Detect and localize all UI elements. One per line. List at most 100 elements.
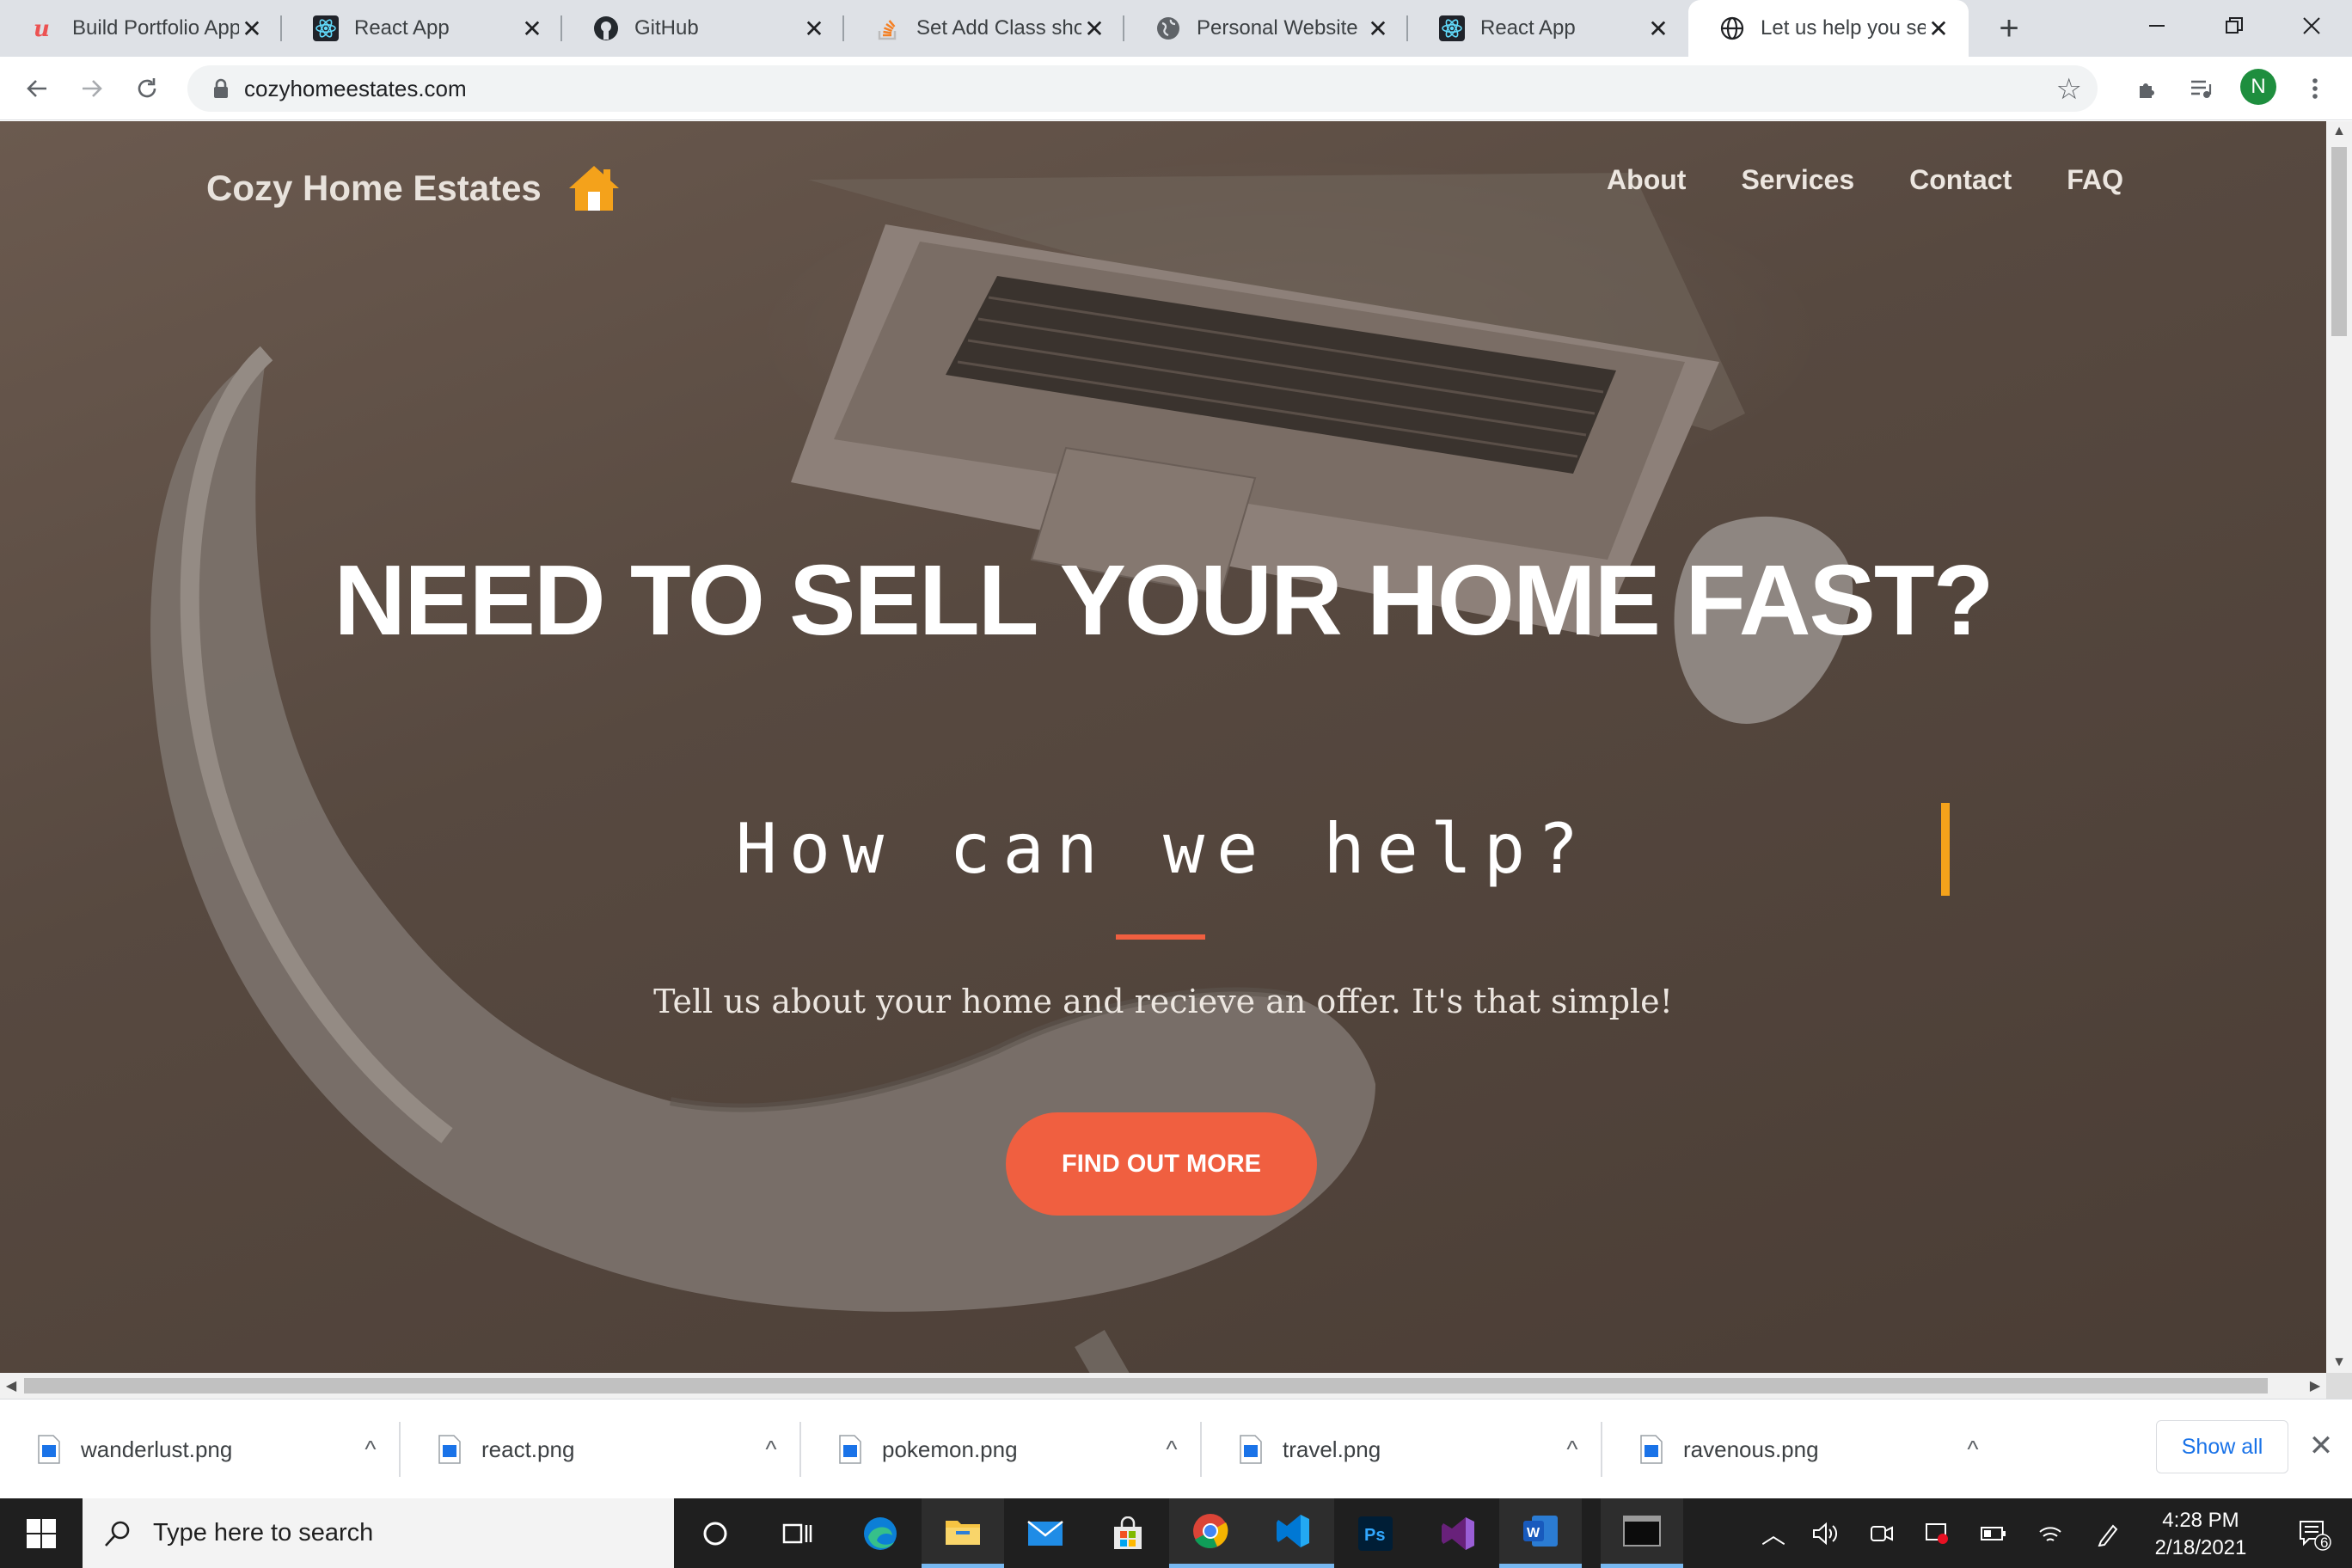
taskbar-search[interactable]: Type here to search xyxy=(83,1498,674,1568)
github-icon xyxy=(593,15,619,41)
chevron-up-icon[interactable]: ^ xyxy=(741,1436,801,1463)
meet-now-icon[interactable] xyxy=(1857,1498,1907,1568)
close-tab-icon[interactable]: ✕ xyxy=(1645,15,1671,42)
media-controls-icon[interactable] xyxy=(2182,69,2221,108)
edge-icon[interactable] xyxy=(839,1498,922,1568)
download-item[interactable]: travel.png ^ xyxy=(1202,1400,1602,1499)
pen-workspace-icon[interactable] xyxy=(2084,1498,2134,1568)
horizontal-scrollbar[interactable]: ◀ ▶ xyxy=(0,1373,2326,1399)
svg-text:W: W xyxy=(1527,1526,1540,1540)
image-file-icon xyxy=(38,1435,60,1464)
download-item[interactable]: wanderlust.png ^ xyxy=(0,1400,401,1499)
show-all-downloads-button[interactable]: Show all xyxy=(2156,1420,2288,1473)
globe-icon xyxy=(1155,15,1181,41)
nav-faq[interactable]: FAQ xyxy=(2067,164,2123,196)
windows-taskbar: Type here to search Ps W ︿ 4:28 PM 2/18/… xyxy=(0,1498,2352,1568)
nav-contact[interactable]: Contact xyxy=(1909,164,2012,196)
clock-date: 2/18/2021 xyxy=(2154,1536,2247,1559)
globe-icon xyxy=(1719,15,1745,41)
tab-react-app-1[interactable]: React App ✕ xyxy=(282,0,562,57)
restore-button[interactable] xyxy=(2196,0,2273,52)
reload-button[interactable] xyxy=(126,67,168,110)
close-shelf-icon[interactable]: ✕ xyxy=(2302,1427,2340,1465)
close-tab-icon[interactable]: ✕ xyxy=(801,15,827,42)
hero-headline: NEED TO SELL YOUR HOME FAST? xyxy=(334,544,1994,656)
accent-divider xyxy=(1116,934,1205,940)
security-alert-icon[interactable] xyxy=(1912,1498,1962,1568)
url-text[interactable]: cozyhomeestates.com xyxy=(244,76,467,102)
tab-personal-website[interactable]: Personal Website ✕ xyxy=(1124,0,1408,57)
tab-react-app-2[interactable]: React App ✕ xyxy=(1408,0,1688,57)
extensions-icon[interactable] xyxy=(2128,69,2168,108)
scroll-down-arrow-icon[interactable]: ▼ xyxy=(2326,1352,2352,1373)
horizontal-scroll-thumb[interactable] xyxy=(24,1378,2268,1393)
close-tab-icon[interactable]: ✕ xyxy=(239,15,265,42)
nav-services[interactable]: Services xyxy=(1741,164,1854,196)
forward-button[interactable] xyxy=(70,67,113,110)
file-explorer-icon[interactable] xyxy=(922,1498,1004,1568)
photoshop-icon[interactable]: Ps xyxy=(1334,1498,1417,1568)
microsoft-store-icon[interactable] xyxy=(1087,1498,1169,1568)
tab-stackoverflow[interactable]: Set Add Class shor ✕ xyxy=(844,0,1124,57)
close-tab-icon[interactable]: ✕ xyxy=(1081,15,1107,42)
close-tab-icon[interactable]: ✕ xyxy=(1926,15,1951,42)
close-tab-icon[interactable]: ✕ xyxy=(1365,15,1391,42)
nav-about[interactable]: About xyxy=(1607,164,1686,196)
react-icon xyxy=(313,15,339,41)
windows-start-button[interactable] xyxy=(0,1498,83,1568)
brand-name[interactable]: Cozy Home Estates xyxy=(206,168,542,209)
mail-icon[interactable] xyxy=(1004,1498,1087,1568)
find-out-more-button[interactable]: FIND OUT MORE xyxy=(1006,1112,1317,1216)
lock-icon xyxy=(214,78,228,98)
tab-build-portfolio[interactable]: u Build Portfolio App ✕ xyxy=(0,0,282,57)
back-button[interactable] xyxy=(15,67,58,110)
minimize-button[interactable] xyxy=(2118,0,2196,52)
vscode-icon[interactable] xyxy=(1252,1498,1334,1568)
download-item[interactable]: ravenous.png ^ xyxy=(1602,1400,2003,1499)
tab-title: Let us help you sel xyxy=(1761,16,1926,40)
tray-overflow-icon[interactable]: ︿ xyxy=(1749,1498,1798,1568)
system-clock[interactable]: 4:28 PM 2/18/2021 xyxy=(2137,1507,2264,1562)
bookmark-star-icon[interactable]: ☆ xyxy=(2056,72,2082,107)
vertical-scroll-thumb[interactable] xyxy=(2331,147,2347,336)
scroll-left-arrow-icon[interactable]: ◀ xyxy=(0,1373,22,1399)
brand[interactable]: Cozy Home Estates xyxy=(206,162,621,214)
tab-title: React App xyxy=(1480,16,1576,40)
close-window-button[interactable] xyxy=(2273,0,2350,52)
chrome-menu-icon[interactable] xyxy=(2295,69,2335,108)
tab-github[interactable]: GitHub ✕ xyxy=(562,0,844,57)
download-filename: travel.png xyxy=(1283,1436,1381,1462)
battery-icon[interactable] xyxy=(1969,1498,2018,1568)
word-icon[interactable]: W xyxy=(1499,1498,1582,1568)
volume-icon[interactable] xyxy=(1800,1498,1850,1568)
address-bar[interactable]: cozyhomeestates.com ☆ xyxy=(187,65,2098,112)
scroll-up-arrow-icon[interactable]: ▲ xyxy=(2326,121,2352,142)
chevron-up-icon[interactable]: ^ xyxy=(1943,1436,2003,1463)
udemy-icon: u xyxy=(31,15,57,41)
wifi-icon[interactable] xyxy=(2025,1498,2075,1568)
profile-avatar[interactable]: N xyxy=(2240,69,2276,105)
download-item[interactable]: pokemon.png ^ xyxy=(801,1400,1202,1499)
image-file-icon xyxy=(839,1435,861,1464)
stackoverflow-icon xyxy=(875,15,901,41)
action-center-button[interactable]: 6 xyxy=(2276,1498,2352,1568)
close-tab-icon[interactable]: ✕ xyxy=(519,15,545,42)
task-view-icon[interactable] xyxy=(756,1498,839,1568)
visual-studio-icon[interactable] xyxy=(1417,1498,1499,1568)
tab-let-us-help[interactable]: Let us help you sel ✕ xyxy=(1688,0,1969,57)
cortana-icon[interactable] xyxy=(674,1498,756,1568)
scroll-right-arrow-icon[interactable]: ▶ xyxy=(2304,1373,2326,1399)
image-file-icon xyxy=(1640,1435,1663,1464)
chrome-icon[interactable] xyxy=(1169,1498,1252,1568)
chevron-up-icon[interactable]: ^ xyxy=(340,1436,401,1463)
vertical-scrollbar[interactable]: ▲ ▼ xyxy=(2326,121,2352,1373)
windows-logo-icon xyxy=(27,1518,56,1548)
chevron-up-icon[interactable]: ^ xyxy=(1542,1436,1602,1463)
download-item[interactable]: react.png ^ xyxy=(401,1400,801,1499)
terminal-icon[interactable] xyxy=(1601,1498,1683,1568)
hero-tagline: Tell us about your home and recieve an o… xyxy=(653,983,1673,1020)
chevron-up-icon[interactable]: ^ xyxy=(1142,1436,1202,1463)
download-filename: pokemon.png xyxy=(882,1436,1018,1462)
tab-title: Set Add Class shor xyxy=(916,16,1081,40)
new-tab-button[interactable]: + xyxy=(1989,9,2029,48)
